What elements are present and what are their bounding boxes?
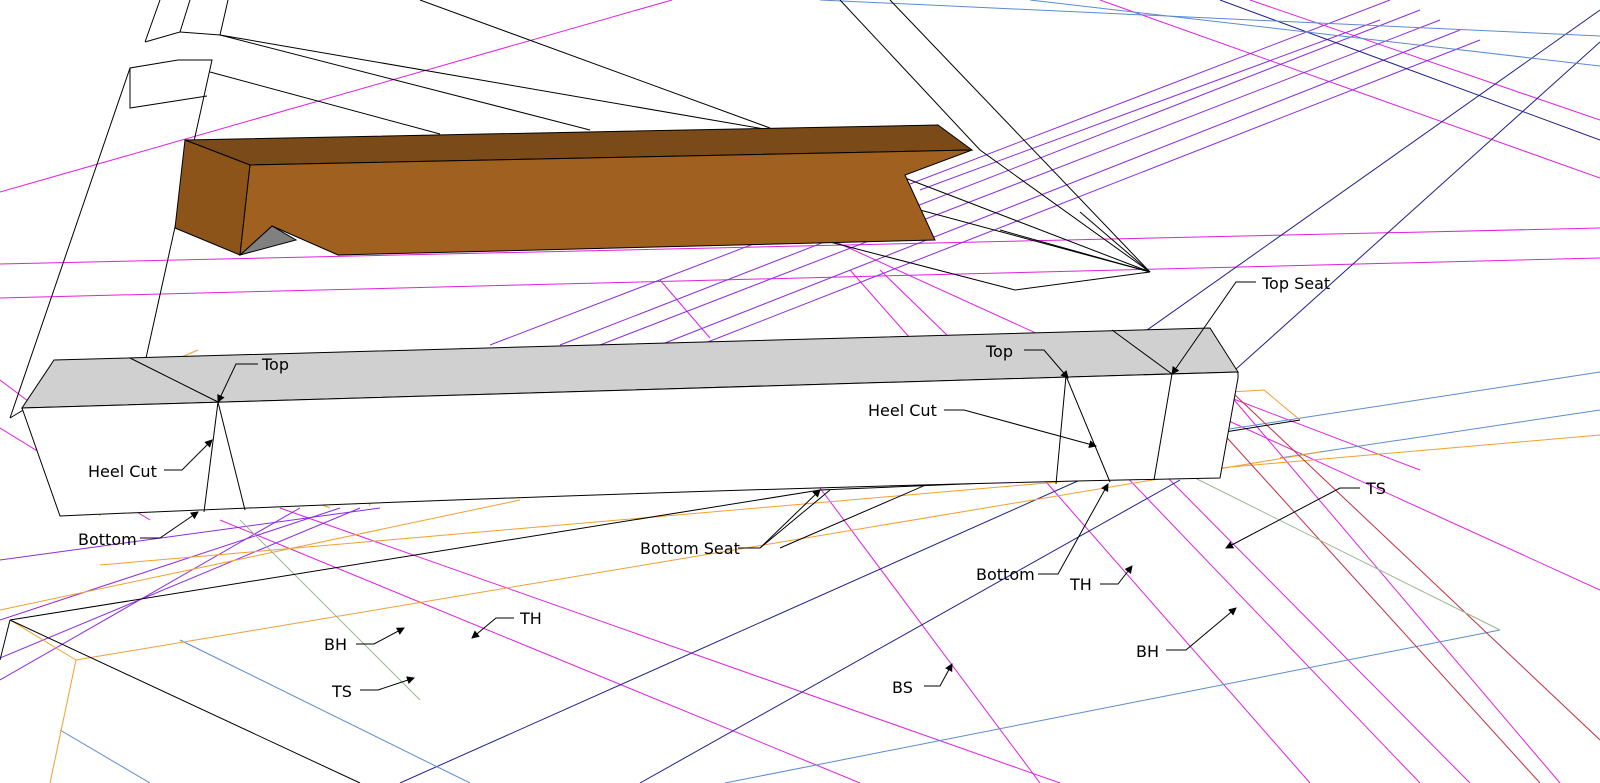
red-guide-lines: [1219, 394, 1600, 783]
rafter-side-face: [239, 149, 973, 257]
label-text-th-right: TH: [1069, 575, 1092, 594]
label-text-ts-left: TS: [331, 682, 352, 701]
label-ts-right: TS: [1225, 479, 1386, 549]
label-text-bs: BS: [892, 678, 913, 697]
label-text-bottom-right: Bottom: [976, 565, 1035, 584]
label-text-top-left: Top: [261, 355, 289, 374]
label-text-bh-right: BH: [1136, 642, 1159, 661]
rafter-layout-diagram: Top Heel Cut Bottom BH TH TS Bottom Seat…: [0, 0, 1600, 783]
label-text-ts-right: TS: [1365, 479, 1386, 498]
green-guide-lines: [239, 477, 1501, 701]
label-text-top-seat: Top Seat: [1261, 274, 1330, 293]
label-text-heel-cut-left: Heel Cut: [88, 462, 157, 481]
label-bottom-left: Bottom: [78, 511, 199, 549]
label-th-left: TH: [471, 609, 542, 639]
label-bh-right: BH: [1136, 607, 1237, 661]
label-th-right: TH: [1069, 565, 1133, 594]
lower-beam-3d: [21, 327, 1239, 517]
label-bs: BS: [892, 663, 953, 697]
label-text-top-right: Top: [985, 342, 1013, 361]
label-text-th-left: TH: [519, 609, 542, 628]
label-text-bottom-seat: Bottom Seat: [640, 539, 740, 558]
label-bottom-right: Bottom: [976, 483, 1109, 584]
label-text-heel-cut-right: Heel Cut: [868, 401, 937, 420]
rafter-piece-3d: [174, 124, 974, 257]
label-text-bh-left: BH: [324, 635, 347, 654]
label-bh-left: BH: [324, 627, 405, 654]
label-bottom-seat: Bottom Seat: [640, 489, 821, 558]
label-text-bottom-left: Bottom: [78, 530, 137, 549]
purple-guide-lines: [0, 0, 1481, 681]
